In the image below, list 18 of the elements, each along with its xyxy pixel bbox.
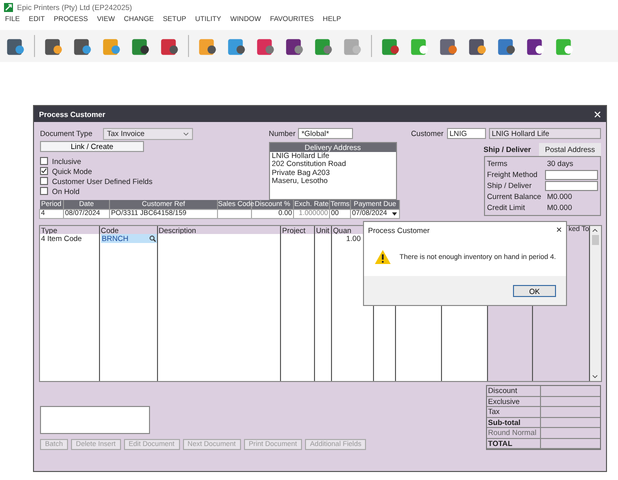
warning-icon (374, 249, 392, 265)
scroll-up-icon[interactable] (592, 228, 598, 233)
input-field[interactable] (545, 170, 598, 180)
scrollbar[interactable] (590, 226, 601, 381)
checkbox[interactable] (40, 167, 48, 175)
scroll-thumb[interactable] (592, 235, 599, 245)
chevron-down-icon[interactable] (183, 132, 189, 136)
input-field[interactable] (545, 180, 598, 190)
close-button[interactable]: × (556, 224, 562, 236)
close-icon[interactable] (594, 110, 601, 118)
notes-field[interactable] (40, 406, 150, 434)
search-icon[interactable] (148, 235, 156, 242)
checkbox[interactable] (40, 177, 48, 185)
dropdown-arrow-icon[interactable] (392, 212, 397, 216)
checkbox[interactable] (40, 157, 48, 165)
scroll-down-icon[interactable] (592, 374, 598, 379)
checkbox[interactable] (40, 187, 48, 195)
app-logo-icon (4, 2, 13, 12)
